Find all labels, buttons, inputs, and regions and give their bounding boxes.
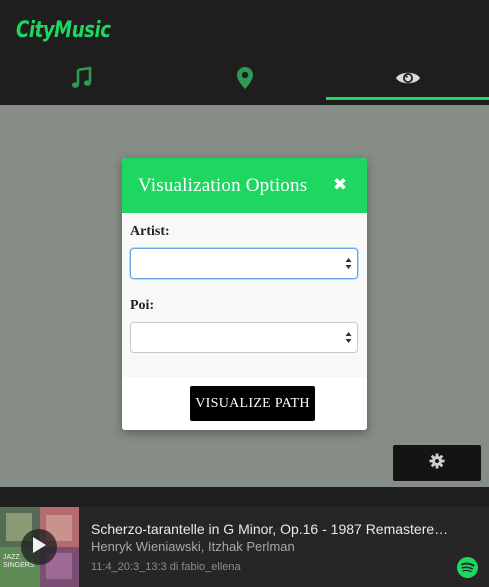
visualize-path-button[interactable]: VISUALIZE PATH: [190, 386, 315, 421]
album-cover[interactable]: JAZZ SINGERS: [0, 507, 79, 587]
poi-label: Poi:: [130, 298, 155, 313]
spotify-icon: [457, 557, 478, 582]
poi-select[interactable]: [130, 322, 358, 353]
gear-icon: [429, 453, 445, 474]
music-note-icon: [70, 65, 94, 95]
active-tab-indicator: [326, 97, 489, 100]
top-bar: CityMusic: [0, 0, 489, 105]
select-arrows-icon: [345, 258, 352, 269]
track-title: Scherzo-tarantelle in G Minor, Op.16 - 1…: [91, 521, 453, 537]
map-marker-icon: [236, 66, 254, 95]
visualization-options-dialog: Visualization Options ✖ Artist: Poi: VIS…: [122, 158, 367, 430]
tab-music[interactable]: [0, 58, 163, 102]
dialog-header: Visualization Options ✖: [122, 158, 367, 213]
player-bar: JAZZ SINGERS Scherzo-tarantelle in G Min…: [0, 507, 489, 587]
select-arrows-icon: [345, 332, 352, 343]
close-button[interactable]: ✖: [329, 174, 351, 196]
dialog-title: Visualization Options: [138, 175, 308, 196]
tab-poi[interactable]: [163, 58, 326, 102]
close-icon: ✖: [332, 175, 348, 195]
spotify-button[interactable]: [457, 557, 478, 578]
tab-visualize[interactable]: [326, 58, 489, 102]
artist-select[interactable]: [130, 248, 358, 279]
play-button[interactable]: [21, 529, 57, 565]
track-artists: Henryk Wieniawski, Itzhak Perlman: [91, 539, 295, 554]
artist-label: Artist:: [130, 224, 170, 239]
play-icon: [31, 536, 47, 559]
track-meta: 11:4_20:3_13:3 di fabio_ellena: [91, 561, 241, 573]
eye-icon: [395, 69, 421, 92]
brand-logo: CityMusic: [16, 18, 111, 43]
dialog-footer: VISUALIZE PATH: [122, 377, 367, 430]
settings-button[interactable]: [393, 445, 481, 481]
